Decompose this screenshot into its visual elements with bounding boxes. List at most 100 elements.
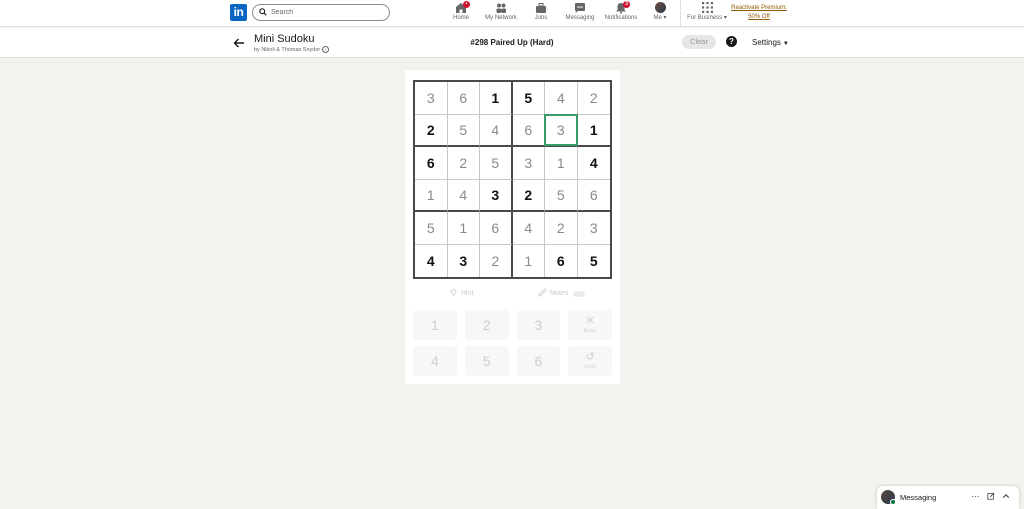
sudoku-cell-r6c4[interactable]: 1 (513, 244, 545, 277)
nav-me-label: Me (653, 15, 662, 21)
sudoku-cell-r4c4[interactable]: 2 (512, 179, 545, 212)
sudoku-cell-r6c3[interactable]: 2 (480, 244, 513, 277)
people-icon (482, 2, 520, 15)
sudoku-cell-r5c3[interactable]: 6 (480, 212, 513, 245)
sudoku-cell-r3c2[interactable]: 2 (447, 147, 480, 180)
undo-icon: ↺ (585, 351, 595, 363)
sudoku-cell-r6c5[interactable]: 6 (545, 244, 578, 277)
notes-toggle[interactable]: Notes (538, 288, 586, 299)
undo-button[interactable]: ↺ Undo (568, 346, 612, 376)
nav-me[interactable]: Me ▾ (650, 2, 670, 25)
sudoku-cell-r6c2[interactable]: 3 (448, 244, 480, 277)
number-pad: 1 2 3 ✕ Erase 4 5 6 ↺ Undo (413, 310, 612, 376)
sudoku-cell-r4c6[interactable]: 6 (577, 180, 610, 212)
sudoku-cell-r1c1[interactable]: 3 (415, 82, 448, 115)
nav-messaging[interactable]: Messaging (564, 2, 596, 25)
settings-dropdown[interactable]: Settings ▼ (752, 38, 789, 47)
avatar (881, 490, 896, 505)
puzzle-title: #298 Paired Up (Hard) (470, 38, 554, 47)
sudoku-cell-r2c6[interactable]: 1 (577, 115, 610, 147)
top-nav: in • Home My Network Jobs Messaging (0, 0, 1024, 27)
sudoku-cell-r3c6[interactable]: 4 (577, 147, 610, 180)
sudoku-cell-r2c2[interactable]: 5 (447, 114, 480, 147)
notes-label: Notes (550, 290, 569, 297)
chevron-up-icon[interactable] (1001, 492, 1010, 502)
compose-icon[interactable] (986, 492, 995, 502)
nav-my-network[interactable]: My Network (482, 2, 520, 25)
key-5[interactable]: 5 (464, 346, 509, 376)
game-header: Mini Sudoku by Nikoli & Thomas Snyder i … (0, 28, 1024, 58)
sudoku-cell-r1c4[interactable]: 5 (512, 82, 545, 115)
sudoku-cell-r5c2[interactable]: 1 (447, 212, 480, 245)
sudoku-cell-r3c4[interactable]: 3 (512, 147, 545, 180)
notes-switch[interactable] (573, 290, 586, 297)
sudoku-cell-r2c4[interactable]: 6 (512, 114, 545, 147)
game-card: 361542254631625314143256516423432165 Hin… (405, 70, 620, 384)
nav-for-business-label: For Business (687, 15, 723, 21)
sudoku-cell-r2c1[interactable]: 2 (415, 114, 448, 147)
grid-icon (686, 2, 728, 15)
key-2[interactable]: 2 (464, 310, 509, 340)
nav-for-business[interactable]: For Business ▾ (686, 2, 728, 25)
game-title: Mini Sudoku (254, 33, 315, 45)
sudoku-cell-r4c3[interactable]: 3 (480, 179, 513, 212)
reactivate-premium-link[interactable]: Reactivate Premium: 50% Off (725, 4, 793, 22)
sudoku-cell-r5c1[interactable]: 5 (415, 212, 448, 245)
game-byline: by Nikoli & Thomas Snyder (254, 46, 321, 53)
pencil-icon (538, 288, 547, 299)
home-icon: • (451, 1, 471, 15)
sudoku-board: 361542254631625314143256516423432165 (413, 80, 612, 279)
messaging-label: Messaging (900, 493, 937, 502)
key-1[interactable]: 1 (413, 310, 457, 340)
sudoku-cell-r4c5[interactable]: 5 (545, 179, 578, 212)
notifications-count-badge: 3 (623, 1, 630, 8)
sudoku-cell-r5c4[interactable]: 4 (512, 212, 545, 245)
sudoku-cell-r1c5[interactable]: 4 (545, 82, 578, 115)
more-options-icon[interactable]: ⋯ (971, 492, 980, 502)
info-icon[interactable]: i (322, 46, 330, 53)
chevron-down-icon: ▾ (663, 15, 667, 21)
sudoku-cell-r1c6[interactable]: 2 (577, 82, 610, 115)
erase-button[interactable]: ✕ Erase (568, 310, 612, 340)
sudoku-cell-r4c1[interactable]: 1 (415, 179, 448, 212)
lightbulb-icon (449, 288, 458, 299)
nav-notifications[interactable]: 3 Notifications (602, 1, 640, 25)
sudoku-cell-r4c2[interactable]: 4 (447, 179, 480, 212)
key-3[interactable]: 3 (516, 310, 561, 340)
back-arrow-icon[interactable] (232, 36, 246, 50)
sudoku-cell-r1c2[interactable]: 6 (447, 82, 480, 115)
key-4[interactable]: 4 (413, 346, 457, 376)
search-input[interactable] (271, 6, 383, 19)
sudoku-cell-r5c5[interactable]: 2 (545, 212, 578, 245)
search-box[interactable] (252, 4, 390, 21)
clear-button[interactable]: Clear (682, 35, 716, 49)
avatar (654, 2, 666, 13)
nav-notifications-label: Notifications (604, 15, 638, 21)
home-notification-badge: • (463, 1, 470, 8)
sudoku-cell-r2c3[interactable]: 4 (480, 114, 513, 147)
sudoku-cell-r3c1[interactable]: 6 (415, 147, 448, 180)
sudoku-cell-r1c3[interactable]: 1 (480, 82, 513, 115)
linkedin-logo[interactable]: in (230, 4, 247, 21)
online-status-dot (890, 499, 896, 505)
nav-divider (680, 0, 681, 27)
messaging-bar[interactable]: Messaging ⋯ (877, 486, 1019, 509)
chat-icon (564, 2, 596, 15)
undo-label: Undo (584, 364, 597, 370)
hint-button[interactable]: Hint (449, 288, 473, 299)
nav-home[interactable]: • Home (451, 1, 471, 25)
sudoku-cell-r2c5[interactable]: 3 (544, 113, 578, 147)
help-icon[interactable]: ? (726, 36, 737, 47)
sudoku-cell-r6c1[interactable]: 4 (415, 244, 448, 277)
close-icon: ✕ (585, 315, 595, 327)
sudoku-cell-r3c5[interactable]: 1 (545, 147, 578, 180)
search-icon (259, 8, 267, 16)
caret-down-icon: ▼ (782, 41, 789, 47)
settings-label: Settings (752, 38, 781, 47)
sudoku-cell-r3c3[interactable]: 5 (480, 147, 513, 180)
sudoku-cell-r5c6[interactable]: 3 (577, 212, 610, 245)
key-6[interactable]: 6 (516, 346, 561, 376)
sudoku-cell-r6c6[interactable]: 5 (578, 245, 611, 278)
erase-label: Erase (583, 328, 597, 334)
nav-jobs[interactable]: Jobs (531, 2, 551, 25)
